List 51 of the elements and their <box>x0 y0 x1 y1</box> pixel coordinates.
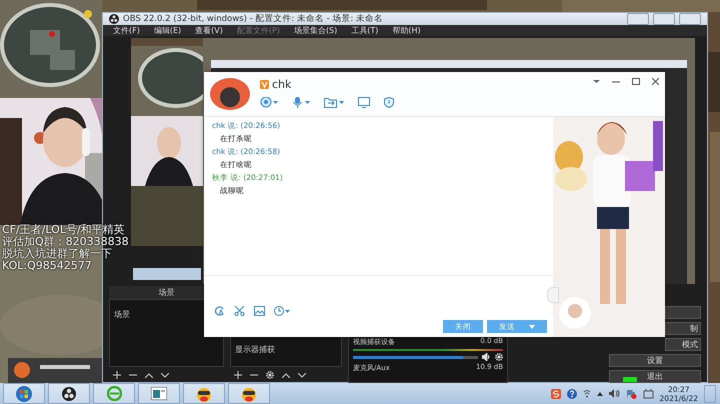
scissors-icon[interactable] <box>234 306 245 316</box>
input-method-icon[interactable] <box>550 388 561 398</box>
avatar <box>210 78 250 110</box>
menu-item[interactable]: 工具(T) <box>351 25 378 36</box>
clock-icon[interactable] <box>274 306 290 316</box>
close-icon[interactable] <box>652 78 659 85</box>
maximize-icon[interactable] <box>632 78 640 85</box>
scene-item[interactable]: 场景 <box>114 309 130 320</box>
microphone-icon[interactable] <box>292 97 310 108</box>
volume-slider[interactable] <box>353 356 478 358</box>
menu-item[interactable]: 查看(V) <box>195 25 223 36</box>
control-button[interactable]: 设置 <box>609 354 701 367</box>
menu-item[interactable]: 帮助(H) <box>392 25 421 36</box>
move-up-icon[interactable] <box>282 372 290 378</box>
collapse-handle[interactable] <box>547 287 559 303</box>
control-button[interactable]: 退出 <box>609 370 701 383</box>
file-transfer-icon[interactable] <box>324 97 344 108</box>
shield-icon[interactable] <box>384 97 394 108</box>
window-icon[interactable] <box>151 387 167 400</box>
network-icon[interactable] <box>582 388 591 398</box>
flag-icon[interactable] <box>626 388 637 398</box>
speaker-icon[interactable] <box>482 353 491 361</box>
menu-item[interactable]: 文件(F) <box>113 25 140 36</box>
gear-icon[interactable] <box>495 353 503 361</box>
menu-item[interactable]: 编辑(E) <box>154 25 182 36</box>
menu-item[interactable]: 场景集合(S) <box>294 25 338 36</box>
video-call-icon[interactable] <box>260 97 278 108</box>
font-icon[interactable] <box>214 306 225 316</box>
contact-name: chk <box>272 78 292 91</box>
window-title: OBS 22.0.2 (32-bit, windows) - 配置文件: 未命名 - 场景: 未命名 <box>123 13 384 25</box>
move-down-icon[interactable] <box>161 372 169 378</box>
device-icon[interactable] <box>642 388 654 398</box>
help-icon[interactable] <box>566 388 577 398</box>
obs-logo-icon[interactable] <box>62 386 76 400</box>
gear-icon[interactable] <box>266 371 274 379</box>
control-button[interactable]: 制 <box>665 322 701 335</box>
dropdown-icon[interactable] <box>593 78 600 85</box>
vip-badge-icon <box>260 80 269 89</box>
status-indicator <box>623 377 637 382</box>
windows-logo-icon[interactable] <box>16 386 32 402</box>
screen-share-icon[interactable] <box>358 97 370 108</box>
speaker-icon[interactable] <box>608 389 620 398</box>
move-up-icon[interactable] <box>145 372 153 378</box>
image-icon[interactable] <box>254 306 265 316</box>
add-icon[interactable] <box>234 371 242 379</box>
overlay-text: KOL:Q98542577 <box>2 260 93 272</box>
move-down-icon[interactable] <box>298 372 306 378</box>
control-button[interactable]: 模式 <box>665 338 701 351</box>
add-icon[interactable] <box>113 371 121 379</box>
arrow-up-icon[interactable] <box>596 392 603 396</box>
source-item[interactable]: 显示器捕获 <box>235 344 275 355</box>
